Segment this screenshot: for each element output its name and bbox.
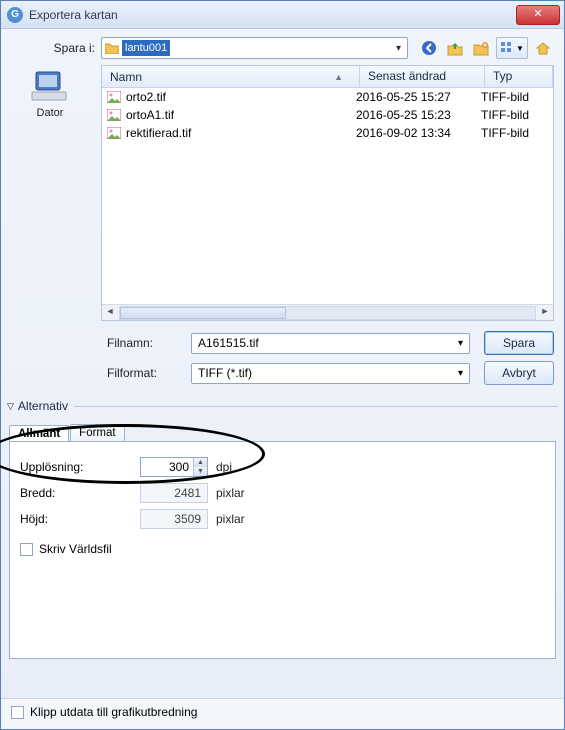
up-button[interactable] <box>444 37 466 59</box>
scroll-thumb[interactable] <box>120 307 286 319</box>
height-label: Höjd: <box>20 512 140 526</box>
clip-output-label: Klipp utdata till grafikutbredning <box>30 705 197 719</box>
checkbox-box <box>20 543 33 556</box>
window-title: Exportera kartan <box>29 8 516 22</box>
height-value: 3509 <box>140 509 208 529</box>
view-menu-button[interactable]: ▼ <box>496 37 528 59</box>
column-modified[interactable]: Senast ändrad <box>360 66 485 87</box>
file-list-header: Namn▲ Senast ändrad Typ <box>102 66 553 88</box>
dialog-window: G Exportera kartan ✕ Spara i: lantu001 ▾ <box>0 0 565 730</box>
collapse-icon: ▽ <box>7 401 14 412</box>
dialog-footer: Klipp utdata till grafikutbredning <box>1 698 564 729</box>
width-label: Bredd: <box>20 486 140 500</box>
save-in-value: lantu001 <box>122 40 170 56</box>
alternative-label: Alternativ <box>18 399 68 413</box>
column-type[interactable]: Typ <box>485 66 553 87</box>
tab-general[interactable]: Allmänt <box>9 425 69 442</box>
scroll-right-icon[interactable]: ► <box>537 306 553 320</box>
home-button[interactable] <box>532 37 554 59</box>
computer-icon[interactable] <box>29 69 71 105</box>
sort-asc-icon: ▲ <box>334 72 343 82</box>
resolution-input[interactable]: 300 ▲ ▼ <box>140 457 208 477</box>
computer-label: Dator <box>11 107 89 119</box>
file-row[interactable]: orto2.tif 2016-05-25 15:27 TIFF-bild <box>102 88 553 106</box>
app-icon: G <box>7 7 23 23</box>
width-value: 2481 <box>140 483 208 503</box>
save-in-combo[interactable]: lantu001 ▾ <box>101 37 408 59</box>
close-button[interactable]: ✕ <box>516 5 560 25</box>
worldfile-label: Skriv Världsfil <box>39 542 112 556</box>
places-sidebar: Dator <box>11 65 89 119</box>
file-browser-pane: Spara i: lantu001 ▾ <box>1 29 564 395</box>
horizontal-scrollbar[interactable]: ◄ ► <box>102 304 553 320</box>
back-button[interactable] <box>418 37 440 59</box>
folder-icon <box>104 40 120 56</box>
file-row[interactable]: ortoA1.tif 2016-05-25 15:23 TIFF-bild <box>102 106 553 124</box>
pixels-unit: pixlar <box>216 486 245 500</box>
save-button[interactable]: Spara <box>484 331 554 355</box>
filename-label: Filnamn: <box>101 336 191 350</box>
tab-format[interactable]: Format <box>70 424 124 441</box>
clip-output-checkbox[interactable]: Klipp utdata till grafikutbredning <box>11 705 197 719</box>
image-file-icon <box>106 108 122 122</box>
resolution-value: 300 <box>141 460 193 474</box>
image-file-icon <box>106 126 122 140</box>
worldfile-checkbox[interactable]: Skriv Världsfil <box>20 542 545 556</box>
filename-value: A161515.tif <box>198 336 259 350</box>
fileformat-select[interactable]: TIFF (*.tif) ▾ <box>191 363 470 384</box>
resolution-label: Upplösning: <box>20 460 140 474</box>
tab-general-body: Upplösning: 300 ▲ ▼ dpi Bredd: 2481 pixl… <box>9 441 556 659</box>
spin-down-icon[interactable]: ▼ <box>193 467 207 476</box>
chevron-down-icon: ▾ <box>458 338 463 349</box>
image-file-icon <box>106 90 122 104</box>
scroll-left-icon[interactable]: ◄ <box>102 306 118 320</box>
fileformat-label: Filformat: <box>101 366 191 380</box>
spin-up-icon[interactable]: ▲ <box>193 458 207 467</box>
checkbox-box <box>11 706 24 719</box>
alternative-separator[interactable]: ▽ Alternativ <box>7 399 558 413</box>
options-tabs: Allmänt Format Upplösning: 300 ▲ ▼ dpi B… <box>9 421 556 659</box>
filename-input[interactable]: A161515.tif ▾ <box>191 333 470 354</box>
new-folder-button[interactable] <box>470 37 492 59</box>
column-name[interactable]: Namn▲ <box>102 66 360 87</box>
save-in-label: Spara i: <box>11 41 101 55</box>
fileformat-value: TIFF (*.tif) <box>198 366 252 380</box>
nav-toolbar: ▼ <box>418 37 554 59</box>
titlebar: G Exportera kartan ✕ <box>1 1 564 29</box>
scroll-track[interactable] <box>119 306 536 320</box>
chevron-down-icon: ▾ <box>458 368 463 379</box>
dpi-unit: dpi <box>216 460 232 474</box>
file-list: Namn▲ Senast ändrad Typ orto2.tif 2016-0… <box>101 65 554 321</box>
pixels-unit: pixlar <box>216 512 245 526</box>
file-row[interactable]: rektifierad.tif 2016-09-02 13:34 TIFF-bi… <box>102 124 553 142</box>
chevron-down-icon: ▾ <box>392 43 405 54</box>
cancel-button[interactable]: Avbryt <box>484 361 554 385</box>
